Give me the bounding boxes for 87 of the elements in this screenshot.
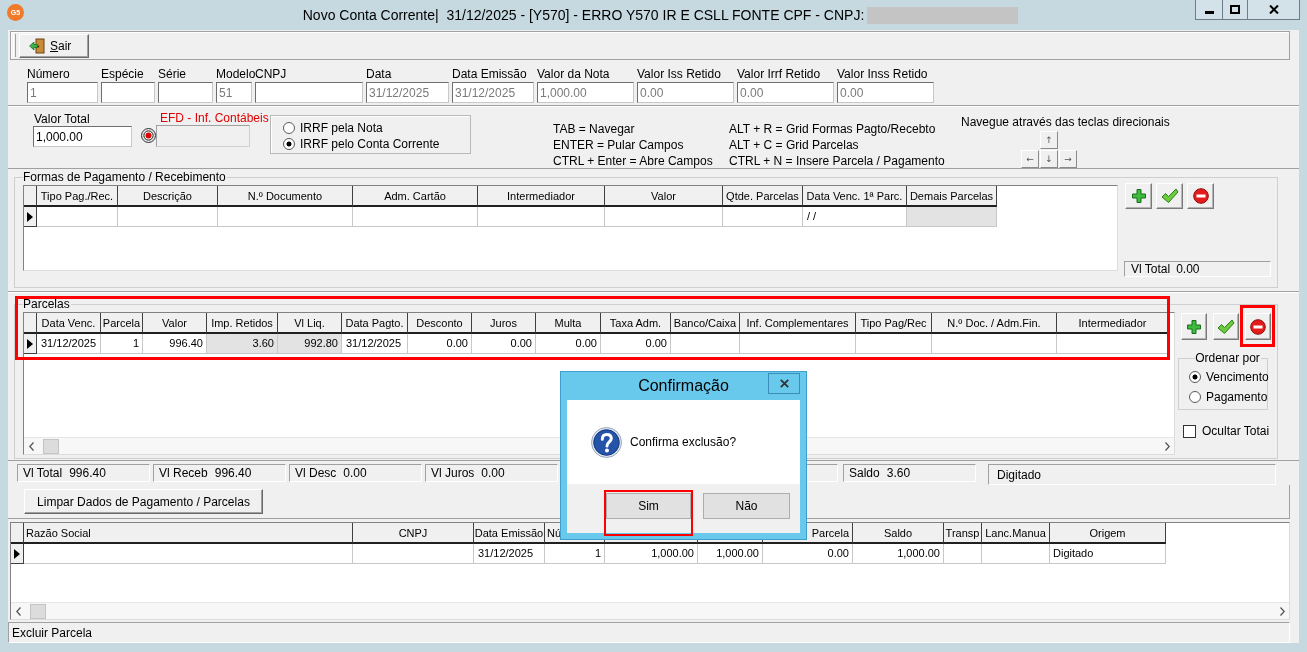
table-cell: 0.00 — [408, 334, 472, 354]
column-header: Parcela — [101, 313, 143, 334]
total-label: Saldo — [849, 466, 880, 480]
field-label: EFD - Inf. Contábeis — [159, 112, 269, 125]
field-label: Valor Total — [33, 113, 90, 126]
column-header: Intermediador — [478, 186, 605, 207]
table-cell: 0.00 — [536, 334, 601, 354]
column-header: Lanc.Manua — [982, 523, 1050, 544]
shortcut-hint: TAB = Navegar — [553, 121, 635, 137]
total-value: 0.00 — [343, 466, 367, 480]
total-label: Vl Juros — [431, 466, 475, 480]
table-cell: 1,000.00 — [698, 544, 763, 564]
total-label: Vl Total — [1131, 262, 1171, 276]
column-header: Transp — [944, 523, 982, 544]
table-cell: 1 — [545, 544, 605, 564]
window-title: Novo Conta Corrente| 31/12/2025 - [Y570] - ERRO Y570 IR E CSLL FONTE CPF - CNPJ: — [302, 7, 865, 23]
group-label: Formas de Pagamento / Recebimento — [23, 171, 227, 184]
field-label: Número — [27, 67, 70, 82]
total-value: 996.40 — [69, 466, 106, 480]
column-header: Juros — [472, 313, 536, 334]
column-header: Inf. Complementares — [740, 313, 856, 334]
field-label: Data Emissão — [452, 67, 527, 82]
table-cell: 31/12/2025 — [342, 334, 408, 354]
table-cell: 31/12/2025 — [37, 334, 101, 354]
table-cell: 1 — [101, 334, 143, 354]
field-label: Data — [366, 67, 392, 82]
total-value: 0.00 — [481, 466, 505, 480]
column-header: Desconto — [408, 313, 472, 334]
total-label: Vl Receb — [159, 466, 208, 480]
field-label: Modelo — [216, 67, 256, 82]
column-header: Data Venc. — [37, 313, 101, 334]
table-cell: 0.00 — [472, 334, 536, 354]
table-cell: Digitado — [1050, 544, 1166, 564]
total-label: Vl Total — [23, 466, 63, 480]
column-header: Multa — [536, 313, 601, 334]
dialog-message: Confirma exclusão? — [630, 435, 737, 449]
column-header: N.º Documento — [218, 186, 353, 207]
table-cell: 0.00 — [601, 334, 671, 354]
field-label: Série — [158, 67, 186, 82]
table-cell: 31/12/2025 — [474, 544, 545, 564]
column-header: Vl Liq. — [278, 313, 342, 334]
column-header: Data Pagto. — [342, 313, 408, 334]
column-header: Banco/Caixa — [671, 313, 740, 334]
column-header: Taxa Adm. — [601, 313, 671, 334]
column-header: Adm. Cartão — [353, 186, 478, 207]
field-label: Espécie — [101, 67, 144, 82]
column-header: Descrição — [118, 186, 218, 207]
column-header: Saldo — [853, 523, 944, 544]
table-cell: 1,000.00 — [605, 544, 698, 564]
total-value: 996.40 — [214, 466, 252, 480]
column-header: Valor — [605, 186, 723, 207]
column-header: Imp. Retidos — [207, 313, 278, 334]
field-label: CNPJ — [255, 67, 287, 82]
column-header: CNPJ — [353, 523, 474, 544]
shortcut-hint: CTRL + Enter = Abre Campos — [553, 153, 713, 169]
field-label: Valor Inss Retido — [837, 67, 928, 82]
group-label: Parcelas — [23, 298, 71, 311]
table-cell: 992.80 — [278, 334, 342, 354]
dialog-title: Confirmação — [638, 376, 729, 396]
column-header: N.º Doc. / Adm.Fin. — [932, 313, 1057, 334]
field-label: Valor da Nota — [537, 67, 610, 82]
column-header: Data Emissão — [474, 523, 545, 544]
group-label: Ordenar por — [1195, 352, 1261, 365]
shortcut-hint: ALT + C = Grid Parcelas — [729, 137, 859, 153]
shortcut-hint: ENTER = Pular Campos — [553, 137, 684, 153]
column-header: Tipo Pag./Rec. — [37, 186, 118, 207]
column-header: Origem — [1050, 523, 1166, 544]
total-value: 3.60 — [886, 466, 911, 480]
shortcut-hint: ALT + R = Grid Formas Pagto/Recebto — [729, 121, 936, 137]
column-header: Razão Social — [24, 523, 353, 544]
column-header: Tipo Pag/Rec — [856, 313, 932, 334]
navigation-hint: Navegue através das teclas direcionais — [961, 115, 1170, 129]
column-header: Intermediador — [1057, 313, 1169, 334]
table-cell: 3.60 — [207, 334, 278, 354]
table-cell: 1,000.00 — [853, 544, 944, 564]
table-cell: 0.00 — [763, 544, 853, 564]
column-header: Qtde. Parcelas — [723, 186, 803, 207]
status-value: Digitado — [997, 467, 1042, 482]
column-header: Data Venc. 1ª Parc. — [803, 186, 907, 207]
status-text: Excluir Parcela — [12, 625, 93, 640]
field-label: Valor Irrf Retido — [737, 67, 821, 82]
column-header: Demais Parcelas — [907, 186, 997, 207]
shortcut-hint: CTRL + N = Insere Parcela / Pagamento — [729, 153, 945, 169]
total-value: 0.00 — [1176, 262, 1200, 276]
field-label: Valor Iss Retido — [637, 67, 721, 82]
total-label: Vl Desc — [295, 466, 337, 480]
column-header: Valor — [143, 313, 207, 334]
